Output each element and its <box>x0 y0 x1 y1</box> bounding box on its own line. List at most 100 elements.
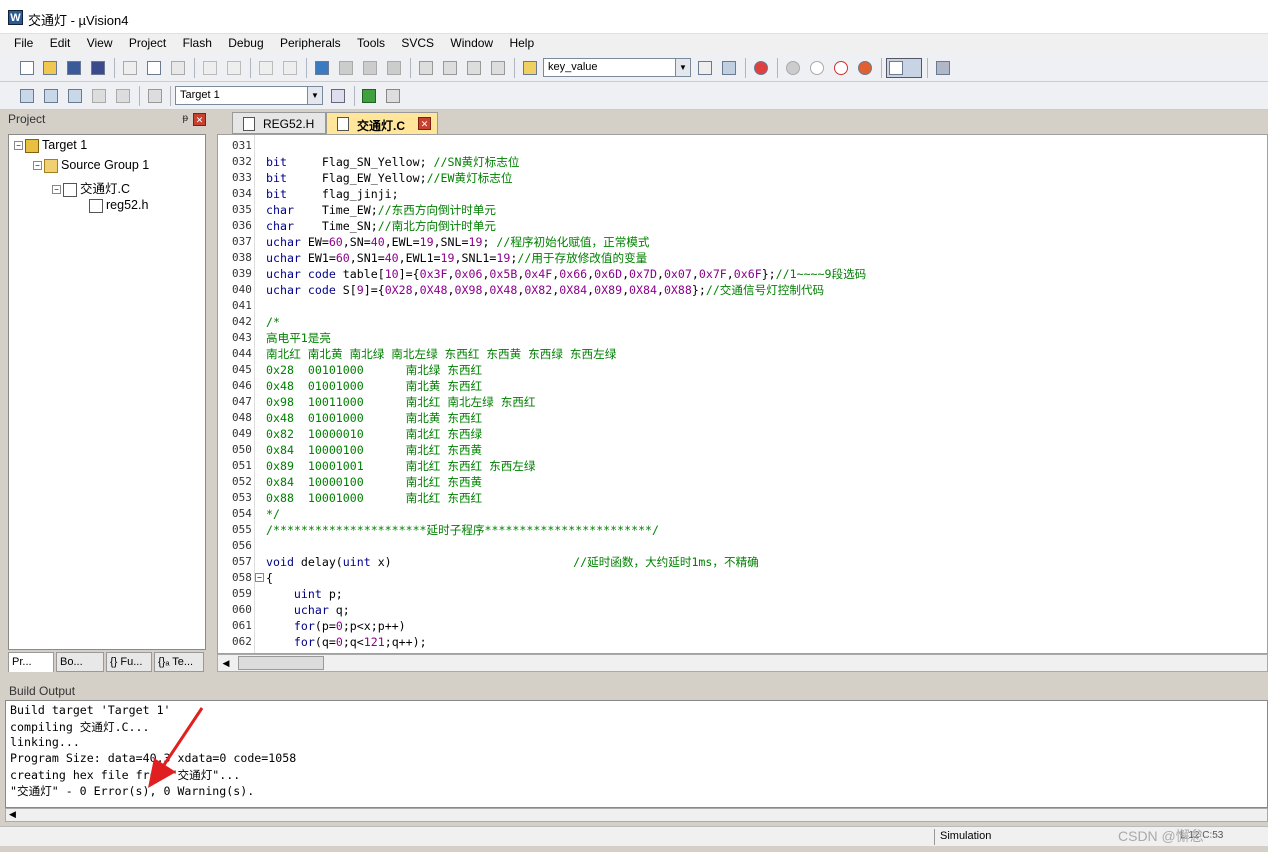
line-number: 055 <box>232 523 252 536</box>
code-editor[interactable]: 031 032 bit Flag_SN_Yellow; //SN黄灯标志位 033 bi… <box>217 134 1268 654</box>
collapse-icon[interactable]: − <box>52 185 61 195</box>
undo-button[interactable] <box>201 59 219 77</box>
code-statement: for(q=0;q<121;q++); <box>293 635 427 649</box>
manage-components-icon[interactable] <box>360 87 378 105</box>
nav-forward-button[interactable] <box>281 59 299 77</box>
menu-file[interactable]: File <box>14 34 33 50</box>
unindent-icon[interactable] <box>441 59 459 77</box>
chevron-down-icon[interactable]: ▼ <box>307 87 322 104</box>
target-options-icon[interactable] <box>329 87 347 105</box>
translate-icon[interactable] <box>18 87 36 105</box>
find-combo[interactable]: key_value ▼ <box>543 58 691 77</box>
code-text: 0x88 10001000 南北红 东西红 <box>266 490 482 506</box>
code-line: 056 <box>218 538 1267 554</box>
tree-item-label: 交通灯.C <box>80 182 131 196</box>
menu-svcs[interactable]: SVCS <box>401 34 434 50</box>
tab-main-c[interactable]: 交通灯.C ✕ <box>326 112 438 134</box>
code-comment: */ <box>266 507 280 521</box>
breakpoint-toggle-icon[interactable] <box>808 59 826 77</box>
tab-reg52-h[interactable]: REG52.H <box>232 112 326 134</box>
menu-debug[interactable]: Debug <box>228 34 263 50</box>
tree-item-source-group[interactable]: − Source Group 1 <box>33 158 149 173</box>
close-icon[interactable]: ✕ <box>418 117 431 130</box>
tree-item-target[interactable]: − Target 1 <box>14 138 87 153</box>
build-icon[interactable] <box>42 87 60 105</box>
scroll-left-icon[interactable]: ◀ <box>9 809 16 819</box>
cut-button[interactable] <box>121 59 139 77</box>
menu-view[interactable]: View <box>87 34 113 50</box>
redo-button[interactable] <box>225 59 243 77</box>
code-line: 053 0x88 10001000 南北红 东西红 <box>218 490 1267 506</box>
kill-breakpoints-icon[interactable] <box>856 59 874 77</box>
save-all-button[interactable] <box>89 59 107 77</box>
debug-session-icon[interactable] <box>752 59 770 77</box>
tab-books[interactable]: Bo... <box>56 652 104 672</box>
indent-icon[interactable] <box>417 59 435 77</box>
scroll-left-icon[interactable]: ◀ <box>220 656 232 670</box>
menu-peripherals[interactable]: Peripherals <box>280 34 341 50</box>
bookmark-icon[interactable] <box>313 59 331 77</box>
code-comment: //EW黄灯标志位 <box>426 171 513 185</box>
target-combo[interactable]: Target 1 ▼ <box>175 86 323 105</box>
find-icon[interactable] <box>696 59 714 77</box>
next-bookmark-icon[interactable] <box>361 59 379 77</box>
uvision-app-icon: W <box>8 10 23 25</box>
nav-back-button[interactable] <box>257 59 275 77</box>
menu-project[interactable]: Project <box>129 34 166 50</box>
tab-label: {} Fu... <box>110 656 143 668</box>
new-file-button[interactable] <box>18 59 36 77</box>
code-line: 048 0x48 01001000 南北黄 东西红 <box>218 410 1267 426</box>
copy-button[interactable] <box>145 59 163 77</box>
tree-item-reg52-h[interactable]: reg52.h <box>89 198 148 213</box>
window-layout-button[interactable] <box>886 58 922 78</box>
code-text: bit Flag_SN_Yellow; //SN黄灯标志位 <box>266 154 519 170</box>
code-line: 039 uchar code table[10]={0x3F,0x06,0x5B,… <box>218 266 1267 282</box>
stop-build-icon[interactable] <box>114 87 132 105</box>
status-bar: Simulation L:12 C:53 <box>0 826 1268 846</box>
tab-functions[interactable]: {} Fu... <box>106 652 152 672</box>
code-line: 051 0x89 10001001 南北红 东西红 东西左绿 <box>218 458 1267 474</box>
open-file-button[interactable] <box>41 59 59 77</box>
uncomment-icon[interactable] <box>489 59 507 77</box>
configure-icon[interactable] <box>934 59 952 77</box>
prev-bookmark-icon[interactable] <box>337 59 355 77</box>
batch-build-icon[interactable] <box>90 87 108 105</box>
editor-horizontal-scrollbar[interactable]: ◀ <box>217 654 1268 672</box>
code-comment: 0x82 10000010 南北红 东西绿 <box>266 427 483 441</box>
download-icon[interactable] <box>146 87 164 105</box>
find-in-files-icon[interactable] <box>521 59 539 77</box>
save-button[interactable] <box>65 59 83 77</box>
close-icon[interactable]: ✕ <box>193 113 206 126</box>
disable-breakpoints-icon[interactable] <box>832 59 850 77</box>
menu-window[interactable]: Window <box>450 34 493 50</box>
select-packs-icon[interactable] <box>384 87 402 105</box>
title-bar: W 交通灯 - µVision4 <box>0 0 1268 34</box>
paste-button[interactable] <box>169 59 187 77</box>
rebuild-icon[interactable] <box>66 87 84 105</box>
clear-bookmarks-icon[interactable] <box>385 59 403 77</box>
code-text: for(q=0;q<121;q++); <box>266 634 427 650</box>
tab-templates[interactable]: {}ₐ Te... <box>154 652 204 672</box>
comment-icon[interactable] <box>465 59 483 77</box>
line-number: 031 <box>232 139 252 152</box>
menu-help[interactable]: Help <box>509 34 534 50</box>
tab-project[interactable]: Pr... <box>8 652 54 672</box>
tree-item-main-c[interactable]: − 交通灯.C <box>52 178 130 197</box>
code-text: 0x89 10001001 南北红 东西红 东西左绿 <box>266 458 536 474</box>
menu-edit[interactable]: Edit <box>50 34 71 50</box>
menu-tools[interactable]: Tools <box>357 34 385 50</box>
line-number: 048 <box>232 411 252 424</box>
collapse-icon[interactable]: − <box>14 141 23 151</box>
collapse-icon[interactable]: − <box>33 161 42 171</box>
pin-icon[interactable]: ᵽ <box>182 113 188 124</box>
project-panel-title: Project <box>8 112 46 126</box>
menu-flash[interactable]: Flash <box>183 34 212 50</box>
fold-toggle-icon[interactable]: − <box>255 573 264 582</box>
scrollbar-thumb[interactable] <box>238 656 324 670</box>
tab-label: Pr... <box>12 656 32 668</box>
chevron-down-icon[interactable]: ▼ <box>675 59 690 76</box>
breakpoint-icon[interactable] <box>784 59 802 77</box>
code-statement: void delay(uint x) <box>266 555 574 569</box>
find-next-icon[interactable] <box>720 59 738 77</box>
build-output-scrollbar[interactable]: ◀ <box>5 808 1268 822</box>
